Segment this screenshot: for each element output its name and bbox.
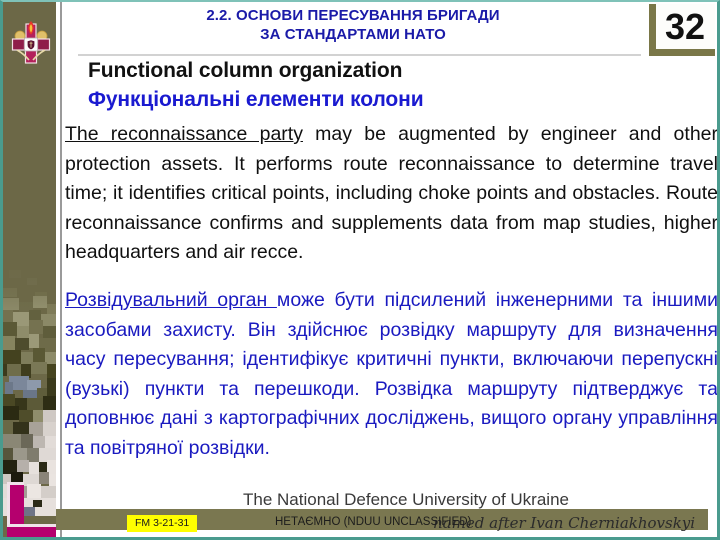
header-line-1: 2.2. ОСНОВИ ПЕРЕСУВАННЯ БРИГАДИ — [206, 7, 500, 24]
ndu-ukraine-emblem-icon — [11, 20, 51, 66]
paragraph-ukrainian-lead: Розвідувальний орган — [65, 289, 277, 311]
named-after-text: named after Ivan Cherniakhovskyi — [433, 514, 696, 532]
page-title-ukrainian: Функціональні елементи колони — [88, 88, 424, 111]
magenta-corner-accent — [7, 482, 56, 537]
camouflage-pattern-icon — [3, 2, 56, 537]
sidebar-divider-gray — [60, 2, 62, 537]
classification-marking: НЕТАЄМНО (NDUU UNCLASSIFIED) — [275, 516, 472, 528]
paragraph-english: The reconnaissance party may be augmente… — [65, 120, 717, 268]
sidebar-divider-white — [58, 2, 59, 537]
slide-canvas: 2.2. ОСНОВИ ПЕРЕСУВАННЯ БРИГАДИ ЗА СТАНД… — [0, 0, 720, 540]
slide-header: 2.2. ОСНОВИ ПЕРЕСУВАННЯ БРИГАДИ ЗА СТАНД… — [63, 6, 643, 44]
header-divider-rule — [78, 54, 641, 56]
header-line-2: ЗА СТАНДАРТАМИ НАТО — [260, 26, 446, 43]
page-title-english: Functional column organization — [88, 59, 403, 82]
slide-number-value: 32 — [664, 6, 706, 47]
camouflage-sidebar — [3, 2, 56, 537]
slide-number-badge: 32 — [649, 4, 715, 56]
paragraph-ukrainian-rest: може бути підсилений інженерними та інши… — [65, 289, 718, 459]
paragraph-english-lead: The reconnaissance party — [65, 123, 303, 145]
university-name: The National Defence University of Ukrai… — [243, 490, 569, 509]
paragraph-ukrainian: Розвідувальний орган може бути підсилени… — [65, 286, 718, 463]
fm-reference-tag: FM 3-21-31 — [127, 515, 198, 532]
